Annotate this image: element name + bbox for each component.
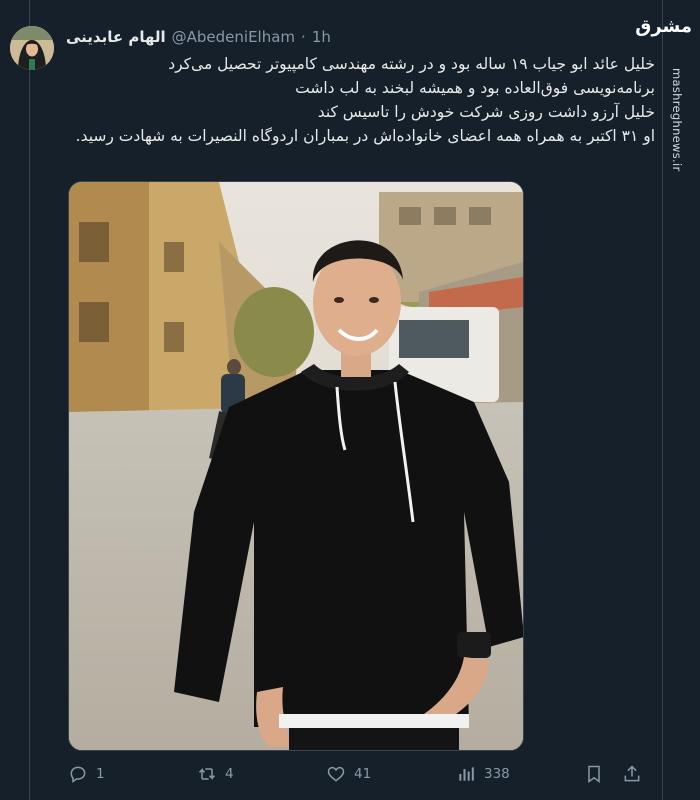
header-separator: · bbox=[301, 28, 306, 46]
share-icon bbox=[624, 765, 640, 782]
views-button[interactable]: 338 bbox=[456, 764, 510, 784]
tweet-line: خلیل عائد ابو جیاب ۱۹ ساله بود و در رشته… bbox=[168, 55, 655, 73]
bookmark-icon bbox=[588, 765, 600, 783]
tweet-photo[interactable] bbox=[68, 181, 524, 751]
bookmark-button[interactable] bbox=[584, 764, 604, 784]
reply-icon bbox=[70, 766, 86, 783]
retweet-button[interactable]: 4 bbox=[197, 764, 234, 784]
heart-icon bbox=[327, 766, 345, 782]
timeline-border-left bbox=[29, 0, 30, 800]
like-button[interactable]: 41 bbox=[326, 764, 371, 784]
tweet-line: برنامه‌نویسی فوق‌العاده بود و همیشه لبخن… bbox=[295, 79, 655, 97]
views-count: 338 bbox=[484, 766, 510, 782]
photo-illustration bbox=[69, 182, 523, 750]
avatar-image bbox=[10, 26, 54, 70]
watermark-site: mashreghnews.ir bbox=[670, 68, 684, 172]
tweet-line: خلیل آرزو داشت روزی شرکت خودش را تاسیس ک… bbox=[317, 103, 655, 121]
retweet-count: 4 bbox=[225, 766, 234, 782]
watermark-logo: مشرق bbox=[635, 16, 692, 37]
tweet-header: الهام عابدینی @AbedeniElham · 1h bbox=[66, 28, 331, 46]
like-count: 41 bbox=[354, 766, 372, 782]
watermark: مشرق mashreghnews.ir bbox=[635, 12, 694, 332]
avatar[interactable] bbox=[10, 26, 54, 70]
reply-count: 1 bbox=[96, 766, 105, 782]
timeline-border-right bbox=[662, 0, 663, 800]
views-icon bbox=[459, 767, 474, 781]
tweet-text: خلیل عائد ابو جیاب ۱۹ ساله بود و در رشته… bbox=[64, 52, 655, 148]
user-handle[interactable]: @AbedeniElham bbox=[172, 28, 295, 46]
reply-button[interactable]: 1 bbox=[68, 764, 105, 784]
tweet-timestamp[interactable]: 1h bbox=[312, 28, 331, 46]
tweet-actions: 1 4 41 338 bbox=[60, 764, 650, 788]
share-button[interactable] bbox=[622, 764, 642, 784]
retweet-icon bbox=[198, 768, 216, 780]
display-name[interactable]: الهام عابدینی bbox=[66, 28, 166, 46]
tweet-line: او ۳۱ اکتبر به همراه همه اعضای خانواده‌ا… bbox=[75, 127, 655, 145]
